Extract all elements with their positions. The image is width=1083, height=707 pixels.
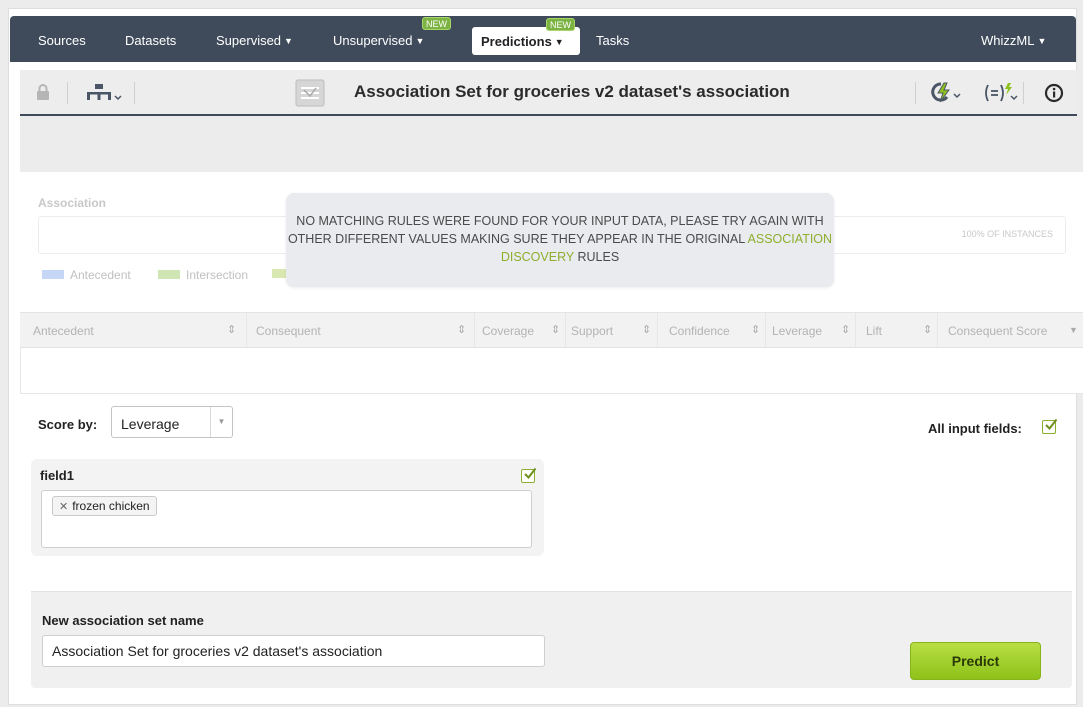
info-icon[interactable] xyxy=(1044,83,1064,108)
score-by-value: Leverage xyxy=(121,416,180,432)
column-antecedent[interactable]: Antecedent xyxy=(33,324,94,338)
association-header-strip xyxy=(20,116,1083,172)
formula-icon[interactable] xyxy=(983,82,1019,109)
toolbar-divider xyxy=(915,82,916,104)
field-checkbox[interactable] xyxy=(521,467,537,483)
column-leverage[interactable]: Leverage xyxy=(772,324,822,338)
nav-unsupervised-label: Unsupervised xyxy=(333,33,413,48)
new-badge: NEW xyxy=(546,18,575,31)
chevron-down-icon: ▼ xyxy=(415,36,425,46)
name-label: New association set name xyxy=(42,613,204,628)
field-value-tag: ✕ frozen chicken xyxy=(52,496,157,516)
resource-toolbar: Association Set for groceries v2 dataset… xyxy=(20,70,1077,116)
column-divider xyxy=(937,313,938,347)
nav-sources[interactable]: Sources xyxy=(38,33,86,48)
lock-icon[interactable] xyxy=(36,84,50,106)
user-menu[interactable]: WhizzML ▼ xyxy=(981,33,1046,48)
nav-supervised-label: Supervised xyxy=(216,33,282,48)
field-value-input[interactable]: ✕ frozen chicken xyxy=(41,490,532,548)
legend-antecedent: Antecedent xyxy=(42,268,131,282)
chevron-down-icon: ▼ xyxy=(284,36,293,46)
sort-icon[interactable]: ⇕ xyxy=(751,323,760,336)
nav-tasks[interactable]: Tasks xyxy=(596,33,629,48)
all-input-fields-label: All input fields: xyxy=(928,421,1022,436)
all-input-fields-checkbox[interactable] xyxy=(1042,418,1058,434)
remove-tag-icon[interactable]: ✕ xyxy=(59,501,68,513)
sort-icon[interactable]: ⇕ xyxy=(841,323,850,336)
column-divider xyxy=(565,313,566,347)
column-support[interactable]: Support xyxy=(571,324,613,338)
legend-intersection: Intersection xyxy=(158,268,248,282)
sort-icon[interactable]: ⇕ xyxy=(923,323,932,336)
no-matching-rules-message: NO MATCHING RULES WERE FOUND FOR YOUR IN… xyxy=(286,193,834,287)
predict-button[interactable]: Predict xyxy=(910,642,1041,680)
model-tree-icon[interactable] xyxy=(86,83,122,108)
sort-icon[interactable]: ⇕ xyxy=(642,323,651,336)
nav-predictions-label: Predictions ▼ xyxy=(481,34,564,49)
score-by-label: Score by: xyxy=(38,417,98,432)
message-text-end: RULES xyxy=(577,250,620,264)
input-field-card: field1 ✕ frozen chicken xyxy=(31,459,544,556)
nav-supervised[interactable]: Supervised ▼ xyxy=(216,33,293,48)
column-consequent[interactable]: Consequent xyxy=(256,324,321,338)
legend-swatch xyxy=(158,270,180,280)
new-association-set-form: New association set name Predict xyxy=(31,591,1072,688)
nav-datasets[interactable]: Datasets xyxy=(125,33,176,48)
checkmark-icon xyxy=(1045,418,1058,431)
association-set-icon xyxy=(295,79,325,112)
user-name: WhizzML xyxy=(981,33,1035,48)
instances-percentage: 100% OF INSTANCES xyxy=(961,229,1053,239)
sort-icon[interactable]: ⇕ xyxy=(551,323,560,336)
message-text: NO MATCHING RULES WERE FOUND FOR YOUR IN… xyxy=(287,214,824,246)
association-set-name-input[interactable] xyxy=(42,635,545,667)
column-divider xyxy=(246,313,247,347)
batch-predict-icon[interactable] xyxy=(927,81,963,108)
column-consequent-score[interactable]: Consequent Score xyxy=(948,324,1047,338)
nav-unsupervised[interactable]: Unsupervised ▼ xyxy=(333,33,424,48)
score-by-select[interactable]: Leverage ▼ xyxy=(111,406,233,438)
chevron-down-icon: ▼ xyxy=(554,37,564,47)
column-lift[interactable]: Lift xyxy=(866,324,882,338)
legend-swatch xyxy=(42,270,64,280)
column-coverage[interactable]: Coverage xyxy=(482,324,534,338)
dropdown-arrow-icon[interactable]: ▼ xyxy=(210,407,232,437)
chevron-down-icon: ▼ xyxy=(1037,36,1047,46)
sort-icon[interactable]: ⇕ xyxy=(227,323,236,336)
toolbar-divider xyxy=(67,82,68,104)
association-label: Association xyxy=(38,196,107,210)
page-title: Association Set for groceries v2 dataset… xyxy=(354,82,790,101)
field-name: field1 xyxy=(40,468,74,483)
column-divider xyxy=(474,313,475,347)
toolbar-divider xyxy=(134,82,135,104)
column-divider xyxy=(657,313,658,347)
column-divider xyxy=(855,313,856,347)
sort-icon[interactable]: ⇕ xyxy=(457,323,466,336)
legend-swatch xyxy=(272,269,286,278)
toolbar-divider xyxy=(1023,82,1024,104)
column-divider xyxy=(765,313,766,347)
rules-table-header: Antecedent ⇕ Consequent ⇕ Coverage ⇕ Sup… xyxy=(20,312,1083,348)
rules-table-body xyxy=(20,348,1083,394)
column-confidence[interactable]: Confidence xyxy=(669,324,730,338)
sort-desc-icon[interactable]: ▼ xyxy=(1069,325,1078,335)
checkmark-icon xyxy=(524,467,537,480)
new-badge: NEW xyxy=(422,17,451,30)
top-navigation: Sources Datasets Supervised ▼ Unsupervise… xyxy=(10,16,1076,62)
